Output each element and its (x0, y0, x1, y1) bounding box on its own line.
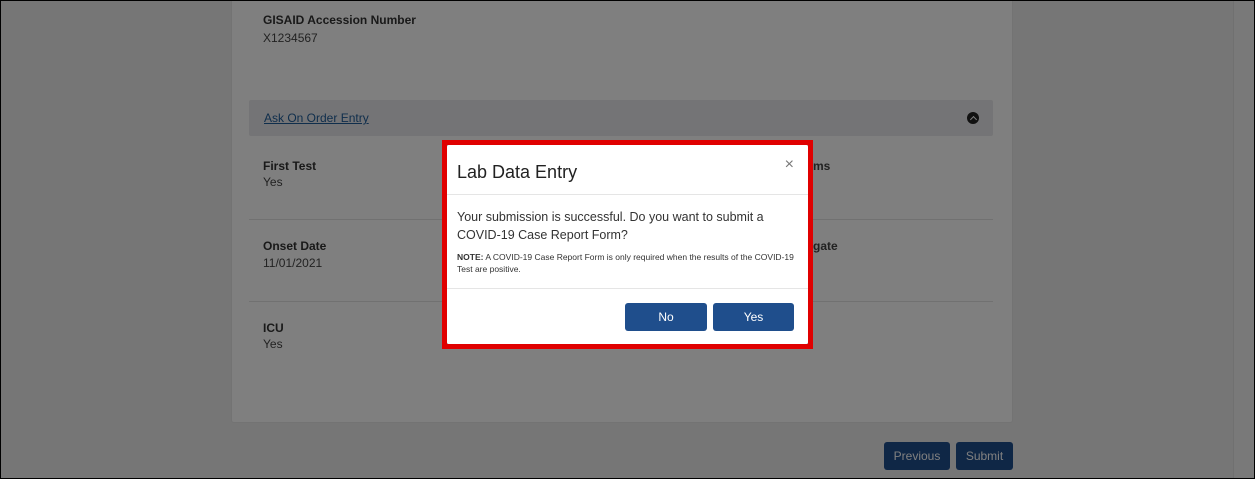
app-window: GISAID Accession Number X1234567 Ask On … (0, 0, 1255, 479)
highlight-annotation (442, 140, 813, 349)
